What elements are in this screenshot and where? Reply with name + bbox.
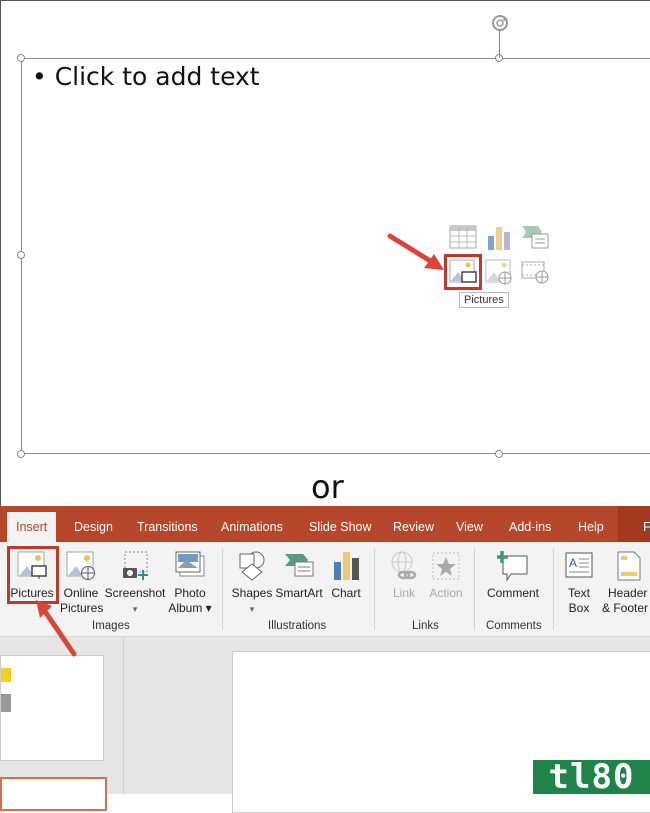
- chart-button[interactable]: Chart: [326, 550, 366, 601]
- tab-animations[interactable]: Animations: [221, 506, 283, 542]
- photo-album-label-2: Album ▾: [168, 601, 212, 615]
- tab-review[interactable]: Review: [393, 506, 434, 542]
- group-label-images: Images: [92, 620, 130, 632]
- click-to-add-text: Click to add text: [54, 62, 260, 91]
- screenshot-dropdown-icon[interactable]: ▾: [133, 604, 138, 614]
- link-button[interactable]: Link: [384, 550, 424, 601]
- smartart-label: SmartArt: [275, 586, 323, 600]
- tab-add-ins[interactable]: Add-ins: [509, 506, 551, 542]
- ribbon-tab-bar: Insert Design Transitions Animations Sli…: [0, 506, 650, 548]
- link-icon: [391, 551, 417, 580]
- tab-partial[interactable]: F: [643, 506, 650, 542]
- shapes-button[interactable]: Shapes ▾: [230, 550, 274, 617]
- placeholder-text[interactable]: • Click to add text: [32, 62, 260, 91]
- group-separator: [374, 548, 375, 630]
- header-footer-button[interactable]: Header & Footer: [600, 550, 650, 616]
- photo-album-icon: [175, 551, 205, 577]
- smartart-icon: [285, 554, 314, 577]
- or-separator: or: [311, 468, 344, 506]
- photo-album-button[interactable]: Photo Album ▾: [166, 550, 214, 616]
- shapes-label: Shapes: [231, 586, 273, 600]
- insert-table-icon[interactable]: [448, 224, 478, 252]
- online-pictures-icon: [66, 551, 95, 580]
- thumbnail-image-fragment: [1, 668, 11, 682]
- tab-view[interactable]: View: [456, 506, 483, 542]
- action-icon: [432, 552, 460, 580]
- annotation-arrow-icon: [387, 233, 444, 270]
- photo-album-label-1: Photo: [174, 586, 206, 600]
- resize-handle-middle-left[interactable]: [17, 251, 25, 259]
- chart-icon: [334, 552, 359, 580]
- link-label: Link: [392, 586, 415, 600]
- tab-slide-show[interactable]: Slide Show: [309, 506, 372, 542]
- group-label-links: Links: [412, 620, 439, 632]
- watermark-logo: tl80: [533, 760, 650, 794]
- action-label: Action: [429, 586, 463, 600]
- shapes-icon: [239, 551, 265, 581]
- rotate-handle-stem: [499, 30, 500, 58]
- group-label-comments: Comments: [486, 620, 542, 632]
- header-footer-label-1: Header: [608, 586, 648, 600]
- resize-handle-bottom-middle[interactable]: [495, 450, 503, 458]
- slide-thumbnail[interactable]: [0, 655, 104, 761]
- screenshot-label: Screenshot: [104, 586, 166, 600]
- ribbon-insert-panel: Pictures Online Pictures Screenshot ▾ Ph…: [0, 542, 650, 637]
- insert-chart-icon[interactable]: [484, 224, 514, 252]
- screenshot-icon: [123, 551, 148, 580]
- smartart-button[interactable]: SmartArt: [274, 550, 324, 601]
- chart-label: Chart: [331, 586, 361, 600]
- text-box-label-1: Text: [567, 586, 590, 600]
- comment-label: Comment: [486, 586, 539, 600]
- header-footer-label-2: & Footer: [602, 601, 649, 615]
- thumbnail-image-fragment: [1, 694, 11, 712]
- slide-thumbnail-selected[interactable]: [0, 777, 107, 811]
- screenshot-button[interactable]: Screenshot ▾: [104, 550, 166, 617]
- svg-text:A: A: [569, 556, 577, 570]
- text-box-label-2: Box: [568, 601, 590, 615]
- text-box-icon: A: [565, 552, 593, 578]
- comment-icon: [497, 551, 528, 582]
- bullet: •: [32, 62, 47, 91]
- group-separator: [474, 548, 475, 630]
- comment-button[interactable]: Comment: [482, 550, 544, 601]
- annotation-arrow-icon: [36, 600, 77, 657]
- pictures-tooltip: Pictures: [459, 292, 509, 308]
- group-label-illustrations: Illustrations: [268, 620, 327, 632]
- rotate-handle-icon[interactable]: [489, 12, 511, 34]
- slide-thumbnail-pane: [0, 637, 124, 811]
- header-footer-icon: [617, 551, 641, 581]
- tab-transitions[interactable]: Transitions: [137, 506, 198, 542]
- group-separator: [553, 548, 554, 630]
- text-box-button[interactable]: A Text Box: [560, 550, 598, 616]
- tab-design[interactable]: Design: [74, 506, 113, 542]
- group-separator: [222, 548, 223, 630]
- resize-handle-top-left[interactable]: [17, 54, 25, 62]
- online-pictures-icon[interactable]: [484, 258, 514, 286]
- shapes-dropdown-icon[interactable]: ▾: [250, 604, 255, 614]
- insert-smartart-icon[interactable]: [520, 224, 550, 252]
- insert-video-icon[interactable]: [520, 258, 550, 286]
- action-button[interactable]: Action: [424, 550, 468, 601]
- tab-help[interactable]: Help: [578, 506, 604, 542]
- resize-handle-bottom-left[interactable]: [17, 450, 25, 458]
